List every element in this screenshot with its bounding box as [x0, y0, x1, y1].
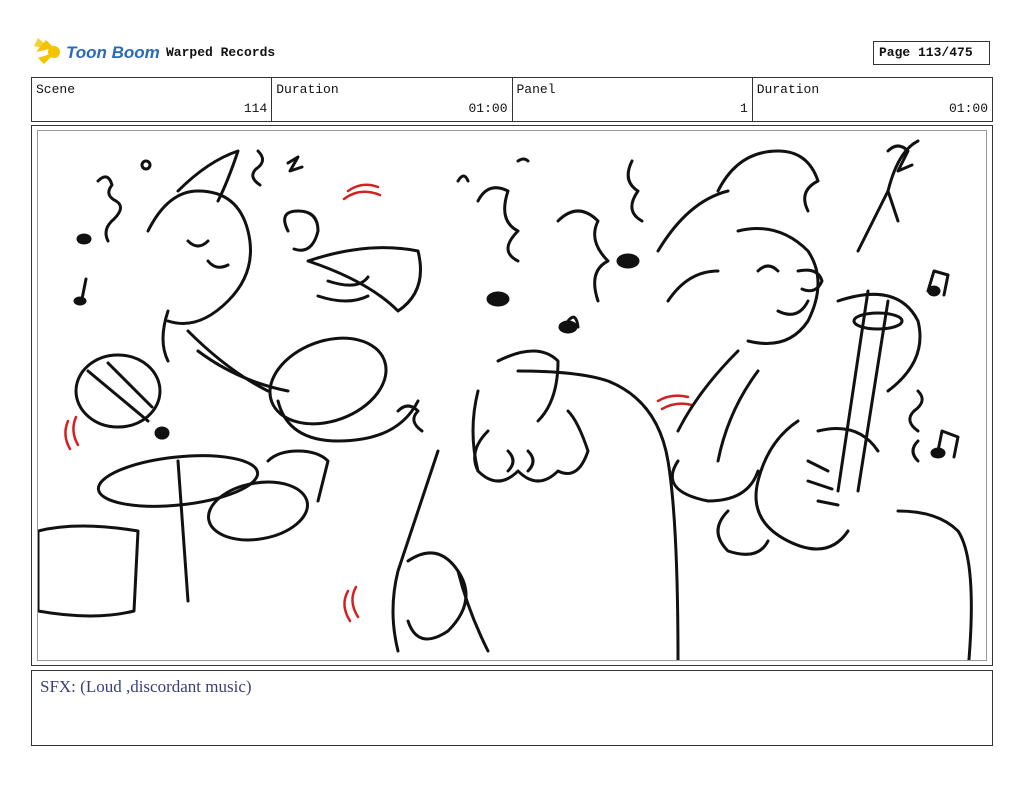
toon-boom-logo-mark: Toon Boom [34, 38, 160, 64]
scene-info-row: Scene 114 Duration 01:00 Panel 1 Duratio… [31, 77, 993, 122]
panel-duration-label: Duration [756, 82, 820, 97]
panel-label: Panel [516, 82, 556, 97]
band-sketch-drawing [38, 139, 973, 660]
scene-duration-label: Duration [276, 82, 339, 97]
scene-label: Scene [36, 82, 76, 97]
panel-cell: Panel 1 [513, 78, 753, 121]
scene-value: 114 [243, 101, 268, 116]
toon-boom-logo: Toon Boom [32, 36, 162, 68]
caption-text: SFX: (Loud ,discordant music) [40, 677, 252, 696]
panel-duration-value: 01:00 [948, 101, 988, 116]
page-indicator: Page 113/475 [873, 41, 990, 65]
panel-value: 1 [739, 101, 748, 116]
scene-duration-cell: Duration 01:00 [272, 78, 513, 121]
storyboard-panel-frame [31, 125, 993, 666]
scene-cell: Scene 114 [32, 78, 273, 121]
storyboard-panel-image [37, 130, 987, 661]
project-title: Warped Records [166, 45, 276, 60]
logo-text: Toon Boom [66, 43, 160, 62]
scene-duration-value: 01:00 [468, 101, 508, 116]
panel-duration-cell: Duration 01:00 [753, 78, 992, 121]
caption-box: SFX: (Loud ,discordant music) [31, 670, 993, 746]
